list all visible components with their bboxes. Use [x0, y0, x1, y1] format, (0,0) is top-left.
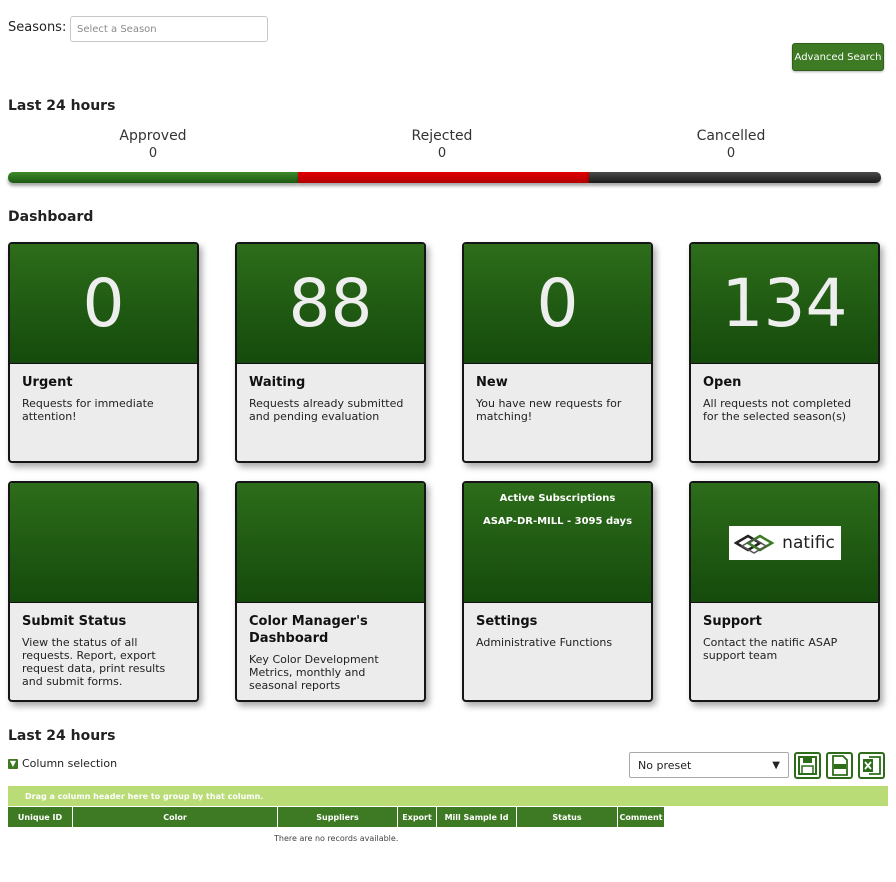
- tile-new[interactable]: 0 New You have new requests for matching…: [462, 242, 653, 463]
- natific-logo-icon: [734, 534, 775, 554]
- tile-open-title: Open: [703, 375, 742, 390]
- natific-logo: natific: [728, 525, 841, 560]
- approved-bar: [8, 172, 298, 183]
- dropdown-arrow-icon: ▼: [772, 759, 780, 771]
- tile-color-manager-title: Color Manager's Dashboard: [249, 614, 368, 646]
- column-header-suppliers[interactable]: Suppliers: [278, 807, 398, 827]
- last-24-hours-title: Last 24 hours: [8, 98, 116, 114]
- tile-new-title: New: [476, 375, 508, 390]
- export-excel-icon[interactable]: [858, 752, 885, 779]
- rejected-label: Rejected: [411, 128, 473, 144]
- waiting-count: 88: [288, 265, 373, 342]
- column-header-comment[interactable]: Comment: [618, 807, 665, 827]
- approved-count: 0: [148, 146, 158, 161]
- cancelled-count: 0: [726, 146, 736, 161]
- tile-settings-desc: Administrative Functions: [476, 636, 613, 649]
- tile-waiting[interactable]: 88 Waiting Requests already submitted an…: [235, 242, 426, 463]
- tile-support-title: Support: [703, 614, 762, 629]
- tile-open[interactable]: 134 Open All requests not completed for …: [689, 242, 880, 463]
- tile-settings[interactable]: Active Subscriptions ASAP-DR-MILL - 3095…: [462, 481, 653, 702]
- grid-section-title: Last 24 hours: [8, 728, 116, 744]
- tile-color-manager-dashboard[interactable]: Color Manager's Dashboard Key Color Deve…: [235, 481, 426, 702]
- column-header-unique-id[interactable]: Unique ID: [8, 807, 73, 827]
- column-selection-label: Column selection: [22, 757, 118, 770]
- tile-urgent[interactable]: 0 Urgent Requests for immediate attentio…: [8, 242, 199, 463]
- group-by-hint: Drag a column header here to group by th…: [25, 792, 264, 801]
- tile-new-desc: You have new requests for matching!: [476, 397, 622, 423]
- tile-support[interactable]: natific Support Contact the natific ASAP…: [689, 481, 880, 702]
- rejected-count: 0: [437, 146, 447, 161]
- tile-waiting-title: Waiting: [249, 375, 306, 390]
- cancelled-label: Cancelled: [696, 128, 766, 144]
- natific-logo-text: natific: [782, 532, 835, 553]
- urgent-count: 0: [82, 265, 125, 342]
- tile-urgent-title: Urgent: [22, 375, 73, 390]
- grid-header-row: Unique ID Color Suppliers Export Mill Sa…: [8, 807, 665, 827]
- tile-urgent-desc: Requests for immediate attention!: [22, 397, 154, 423]
- chevron-down-icon: ▼: [8, 758, 18, 769]
- tile-support-desc: Contact the natific ASAP support team: [703, 636, 838, 662]
- tile-submit-status-title: Submit Status: [22, 614, 127, 629]
- season-select-input[interactable]: [70, 16, 268, 42]
- active-subscriptions: Active Subscriptions ASAP-DR-MILL - 3095…: [464, 483, 651, 602]
- group-by-drop-area[interactable]: Drag a column header here to group by th…: [8, 786, 888, 806]
- cancelled-bar: [589, 172, 881, 183]
- dashboard-title: Dashboard: [8, 209, 94, 225]
- cancelled-stat: Cancelled 0: [586, 128, 876, 161]
- tile-waiting-desc: Requests already submitted and pending e…: [249, 397, 404, 423]
- column-header-status[interactable]: Status: [517, 807, 618, 827]
- approved-stat: Approved 0: [8, 128, 298, 161]
- subscription-line: ASAP-DR-MILL - 3095 days: [482, 516, 633, 527]
- rejected-stat: Rejected 0: [297, 128, 587, 161]
- column-selection-toggle[interactable]: ▼ Column selection: [8, 757, 117, 770]
- export-pdf-icon[interactable]: [826, 752, 853, 779]
- save-preset-icon[interactable]: [794, 752, 821, 779]
- preset-select[interactable]: No preset ▼: [629, 752, 789, 778]
- column-header-color[interactable]: Color: [73, 807, 278, 827]
- open-count: 134: [721, 265, 848, 342]
- column-header-mill-sample-id[interactable]: Mill Sample Id: [437, 807, 517, 827]
- tile-submit-status[interactable]: Submit Status View the status of all req…: [8, 481, 199, 702]
- no-records-message: There are no records available.: [274, 834, 399, 843]
- column-header-export[interactable]: Export: [398, 807, 437, 827]
- new-count: 0: [536, 265, 579, 342]
- preset-value: No preset: [638, 758, 692, 772]
- tile-open-desc: All requests not completed for the selec…: [703, 397, 852, 423]
- seasons-label: Seasons:: [8, 20, 67, 35]
- tile-settings-title: Settings: [476, 614, 538, 629]
- approved-label: Approved: [119, 128, 187, 144]
- active-subscriptions-heading: Active Subscriptions: [499, 493, 616, 504]
- tile-color-manager-desc: Key Color Development Metrics, monthly a…: [249, 653, 379, 692]
- rejected-bar: [298, 172, 589, 183]
- tile-submit-status-desc: View the status of all requests. Report,…: [22, 636, 166, 688]
- advanced-search-button[interactable]: Advanced Search: [792, 43, 884, 71]
